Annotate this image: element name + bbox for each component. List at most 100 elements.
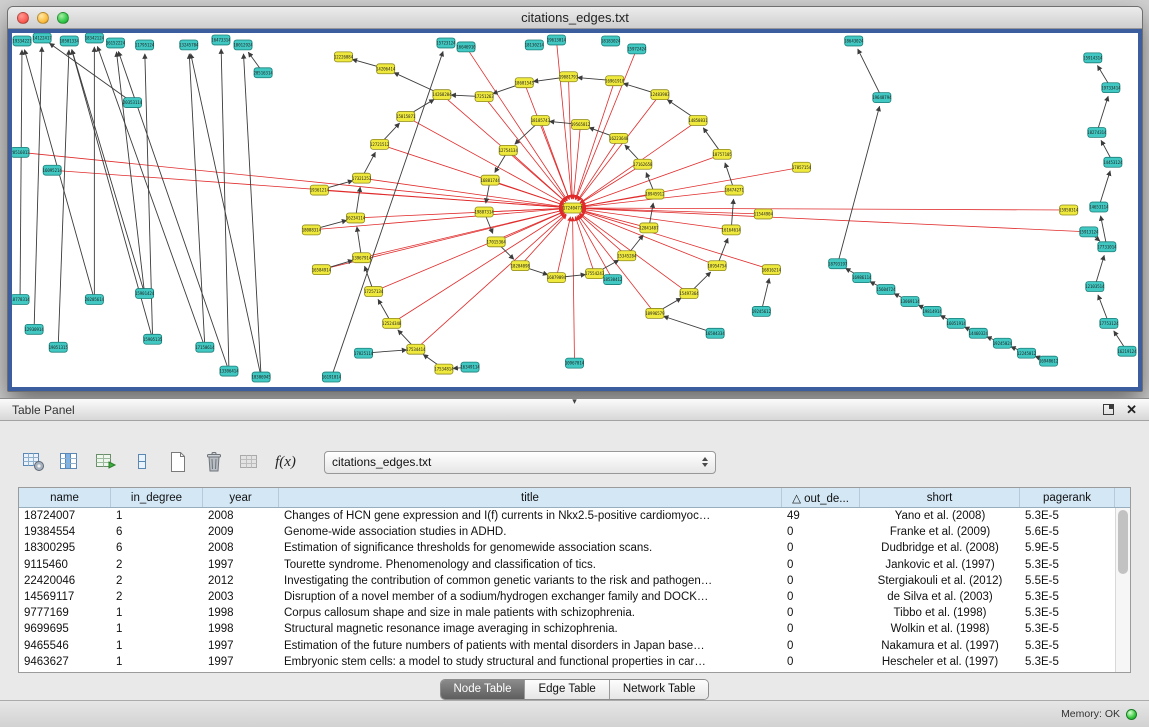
node[interactable]: 16191014 xyxy=(322,372,342,382)
tab-node-table[interactable]: Node Table xyxy=(441,680,526,699)
table-cell[interactable]: 14569117 xyxy=(19,591,111,603)
edge[interactable] xyxy=(568,77,572,199)
table-cell[interactable]: 2 xyxy=(111,559,203,571)
table-cell[interactable]: 22420046 xyxy=(19,575,111,587)
node[interactable]: 12226084 xyxy=(334,52,354,62)
node[interactable]: 18204098 xyxy=(511,261,531,271)
table-cell[interactable]: 5.9E-5 xyxy=(1020,542,1115,554)
node[interactable]: 15815871 xyxy=(396,112,416,122)
tab-edge-table[interactable]: Edge Table xyxy=(525,680,609,699)
edge[interactable] xyxy=(578,95,660,201)
table-row[interactable]: 1830029562008Estimation of significance … xyxy=(19,540,1130,556)
node[interactable]: 16473314 xyxy=(211,35,231,45)
node[interactable]: 19733414 xyxy=(1101,83,1121,93)
table-cell[interactable]: 18724007 xyxy=(19,510,111,522)
table-cell[interactable]: 19384554 xyxy=(19,526,111,538)
node[interactable]: 10967014 xyxy=(565,358,585,368)
table-cell[interactable]: 49 xyxy=(782,510,860,522)
node[interactable]: 18088314 xyxy=(302,225,322,235)
table-cell[interactable]: 1997 xyxy=(203,656,279,668)
table-cell[interactable]: Franke et al. (2009) xyxy=(860,526,1020,538)
zoom-window-button[interactable] xyxy=(57,12,69,24)
node[interactable]: 17025114 xyxy=(354,348,374,358)
table-cell[interactable]: 1997 xyxy=(203,559,279,571)
table-cell[interactable]: Genome-wide association studies in ADHD. xyxy=(279,526,782,538)
node[interactable]: 20205614 xyxy=(85,295,105,305)
edge[interactable] xyxy=(97,46,204,347)
node[interactable]: 14453124 xyxy=(1103,157,1123,167)
node[interactable]: 17240477 xyxy=(563,203,583,213)
edge[interactable] xyxy=(189,54,205,347)
network-table-selector[interactable]: citations_edges.txt xyxy=(324,451,716,474)
table-cell[interactable]: Yano et al. (2008) xyxy=(860,510,1020,522)
node[interactable]: 13069114 xyxy=(900,297,920,307)
node[interactable]: 10996579 xyxy=(645,308,665,318)
scrollbar-thumb[interactable] xyxy=(1118,510,1128,574)
close-panel-icon[interactable]: ✕ xyxy=(1126,403,1137,416)
node[interactable]: 19887314 xyxy=(474,207,494,217)
show-columns-icon[interactable] xyxy=(56,449,83,475)
delete-table-icon[interactable] xyxy=(200,449,227,475)
node[interactable]: 12483903 xyxy=(650,90,670,100)
node[interactable]: 17015364 xyxy=(487,237,507,247)
node[interactable]: 19051315 xyxy=(49,342,69,352)
table-cell[interactable]: 9463627 xyxy=(19,656,111,668)
table-cell[interactable]: 1997 xyxy=(203,640,279,652)
table-cell[interactable]: 0 xyxy=(782,640,860,652)
node[interactable]: 20516314 xyxy=(253,68,273,78)
table-row[interactable]: 946554611997Estimation of the future num… xyxy=(19,638,1130,654)
node[interactable]: 18342124 xyxy=(85,33,105,43)
column-header-out_degree[interactable]: △ out_de... xyxy=(782,488,860,507)
node[interactable]: 12754134 xyxy=(499,145,519,155)
table-cell[interactable]: Changes of HCN gene expression and I(f) … xyxy=(279,510,782,522)
node[interactable]: 17251263 xyxy=(474,92,494,102)
node[interactable]: 16504334 xyxy=(705,328,725,338)
table-cell[interactable]: 2009 xyxy=(203,526,279,538)
node[interactable]: 18185743 xyxy=(531,116,551,126)
column-header-short[interactable]: short xyxy=(860,488,1020,507)
node[interactable]: 17534814 xyxy=(434,364,454,374)
node[interactable]: 12245012 xyxy=(1017,348,1037,358)
network-view-window[interactable]: citations_edges.txt 17240477181857431956… xyxy=(7,6,1143,392)
table-cell[interactable]: 2008 xyxy=(203,542,279,554)
table-cell[interactable]: Stergiakouli et al. (2012) xyxy=(860,575,1020,587)
table-cell[interactable]: 6 xyxy=(111,526,203,538)
delete-column-icon[interactable] xyxy=(128,449,155,475)
node[interactable]: 19814914 xyxy=(922,306,942,316)
table-cell[interactable]: 9777169 xyxy=(19,607,111,619)
table-cell[interactable]: 5.5E-5 xyxy=(1020,575,1115,587)
table-row[interactable]: 2242004622012Investigating the contribut… xyxy=(19,573,1130,589)
node[interactable]: 12041487 xyxy=(639,223,659,233)
table-vertical-scrollbar[interactable] xyxy=(1115,508,1130,672)
table-cell[interactable]: 9465546 xyxy=(19,640,111,652)
node[interactable]: 15723124 xyxy=(436,38,456,48)
node[interactable]: 18183024 xyxy=(601,36,621,46)
node[interactable]: 10306945 xyxy=(251,372,271,382)
node[interactable]: 15345284 xyxy=(617,251,637,261)
node[interactable]: 19361214 xyxy=(310,185,330,195)
edge[interactable] xyxy=(573,217,575,363)
table-cell[interactable]: Tibbo et al. (1998) xyxy=(860,607,1020,619)
table-cell[interactable]: Disruption of a novel member of a sodium… xyxy=(279,591,782,603)
node[interactable]: 13306414 xyxy=(219,366,239,376)
node[interactable]: 17162658 xyxy=(633,159,653,169)
node[interactable]: 18757105 xyxy=(713,149,733,159)
edge[interactable] xyxy=(20,50,22,300)
table-cell[interactable]: 2012 xyxy=(203,575,279,587)
node[interactable]: 15958314 xyxy=(1059,205,1079,215)
node[interactable]: 11544904 xyxy=(754,209,774,219)
node[interactable]: 18945912 xyxy=(645,189,665,199)
function-builder-icon[interactable]: f(x) xyxy=(272,449,299,475)
edge[interactable] xyxy=(392,213,565,324)
edge[interactable] xyxy=(49,43,132,102)
table-cell[interactable]: 5.3E-5 xyxy=(1020,656,1115,668)
tab-network-table[interactable]: Network Table xyxy=(610,680,709,699)
node[interactable]: 16152224 xyxy=(106,38,126,48)
node[interactable]: 12524348 xyxy=(382,318,402,328)
table-cell[interactable]: 0 xyxy=(782,623,860,635)
column-header-year[interactable]: year xyxy=(203,488,279,507)
table-cell[interactable]: Investigating the contribution of common… xyxy=(279,575,782,587)
table-cell[interactable]: 1 xyxy=(111,656,203,668)
edge[interactable] xyxy=(556,40,571,199)
column-header-title[interactable]: title xyxy=(279,488,782,507)
